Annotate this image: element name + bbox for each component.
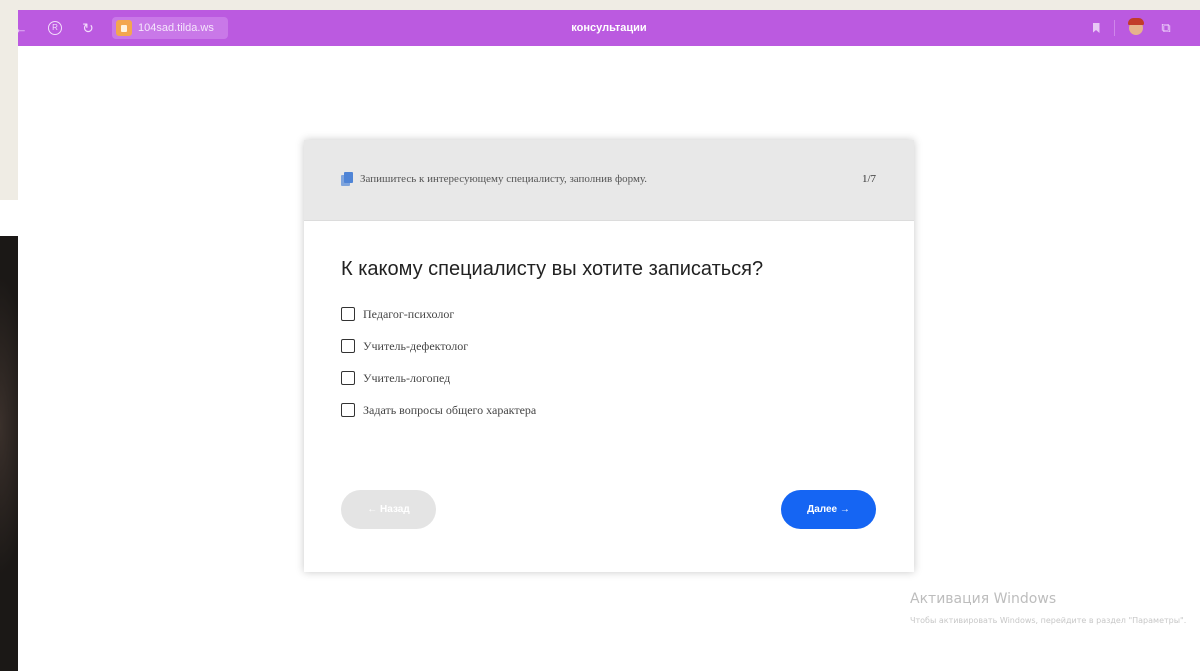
option-label: Задать вопросы общего характера [363,402,537,417]
option-label: Учитель-логопед [363,370,451,385]
option-pedagog-psiholog[interactable]: Педагог-психолог [341,305,454,323]
form-header: Запишитесь к интересующему специалисту, … [304,140,914,221]
browser-toolbar: ← R ↻ 104sad.tilda.ws консультации ⧉ [15,10,1200,46]
reload-icon[interactable]: ↻ [78,10,98,46]
option-label: Педагог-психолог [363,306,455,321]
back-arrow-icon[interactable]: ← [14,10,28,46]
question-title: К какому специалисту вы хотите записатьс… [341,258,764,280]
checkbox[interactable] [341,307,355,321]
avatar-icon[interactable] [1126,10,1146,46]
toolbar-divider [1114,20,1115,36]
address-bar-url: 104sad.tilda.ws [138,22,214,34]
windows-activation-title: Активация Windows [910,591,1057,607]
option-uchitel-logoped[interactable]: Учитель-логопед [341,369,450,387]
option-uchitel-defektolog[interactable]: Учитель-дефектолог [341,337,468,355]
site-lock-icon[interactable] [116,20,132,36]
browser-window: ← R ↻ 104sad.tilda.ws консультации ⧉ Зап… [15,10,1200,671]
back-button[interactable]: ← Назад [341,490,436,529]
windows-activation-subtitle: Чтобы активировать Windows, перейдите в … [910,616,1187,625]
checkbox[interactable] [341,371,355,385]
bookmark-icon[interactable] [1086,10,1106,46]
extensions-icon[interactable]: ⧉ [1156,10,1176,46]
address-bar[interactable]: 104sad.tilda.ws [112,17,228,39]
r-circle-icon[interactable]: R [46,10,64,46]
document-icon [341,172,353,186]
checkbox[interactable] [341,339,355,353]
next-button[interactable]: Далее → [781,490,876,529]
option-label: Учитель-дефектолог [363,338,469,353]
option-general-questions[interactable]: Задать вопросы общего характера [341,401,536,419]
checkbox[interactable] [341,403,355,417]
form-header-text: Запишитесь к интересующему специалисту, … [360,173,648,185]
step-counter: 1/7 [861,173,876,185]
form-card: Запишитесь к интересующему специалисту, … [304,140,914,572]
